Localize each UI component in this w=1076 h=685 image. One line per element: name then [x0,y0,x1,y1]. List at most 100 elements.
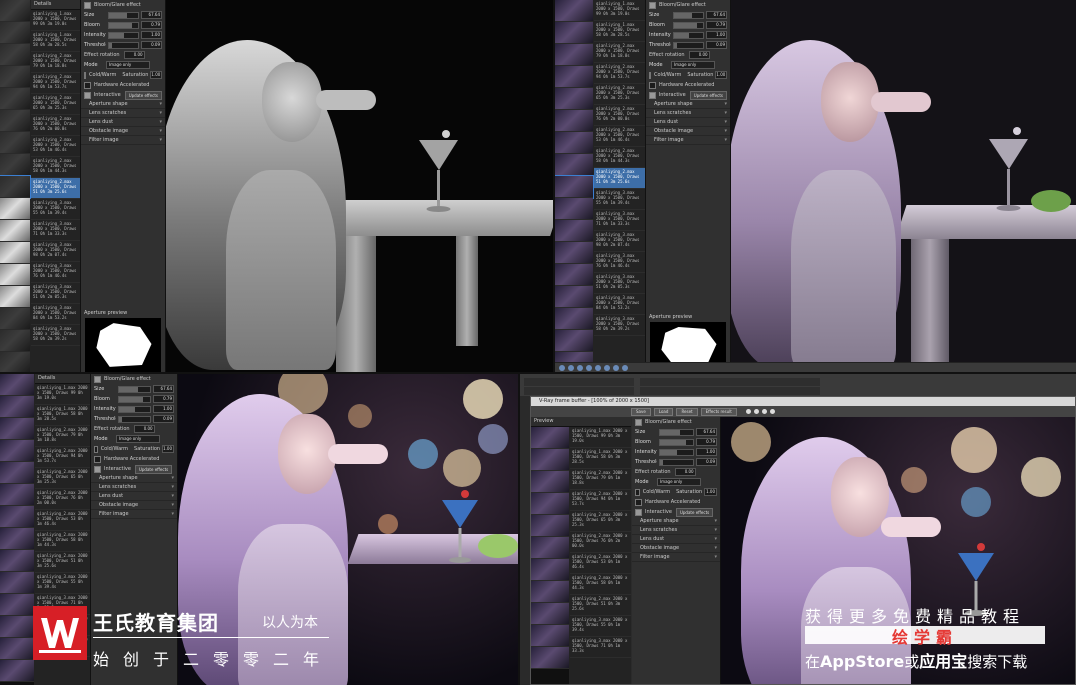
coldwarm-checkbox[interactable] [94,445,98,453]
layer-select[interactable]: Effects result [700,407,737,416]
history-item[interactable]: qianliying_2.max 2000 x 1500, Draws 94 0… [594,63,645,84]
history-item[interactable]: qianliying_1.max 2000 x 1500, Draws 58 0… [594,21,645,42]
history-item-selected[interactable]: qianliying_2.max 2000 x 1500, Draws 51 0… [31,178,80,199]
history-thumb-selected[interactable] [555,175,594,199]
size-slider[interactable] [659,428,694,436]
mode-select[interactable]: Image only [671,61,715,69]
history-item[interactable]: qianliying_2.max 2000 x 1500, Draws 58 0… [31,157,80,178]
history-item[interactable]: qianliying_2.max 2000 x 1500, Draws 65 0… [570,511,631,532]
toolbar-icon[interactable] [577,365,583,371]
saturation-value[interactable]: 1.00 [150,71,163,79]
history-thumb[interactable] [0,550,34,572]
history-thumb[interactable] [555,88,593,110]
update-effects-button[interactable]: Update effects [689,90,727,100]
reset-button[interactable]: Reset [676,407,698,416]
history-thumb[interactable] [0,286,30,308]
size-value[interactable]: 67.64 [141,11,162,19]
filter-image-item[interactable]: Filter image ▾ [91,510,177,519]
aperture-shape-item[interactable]: Aperture shape ▾ [91,474,177,483]
bloom-enable-checkbox[interactable] [649,1,656,9]
history-thumb[interactable] [0,374,34,396]
obstacle-image-item[interactable]: Obstacle image ▾ [91,501,177,510]
mode-select[interactable]: Image only [116,435,160,443]
history-item[interactable]: qianliying_2.max 2000 x 1500, Draws 94 0… [35,447,90,468]
obstacle-image-item[interactable]: Obstacle image ▾ [632,544,720,553]
history-item[interactable]: qianliying_3.max 2000 x 1500, Draws 71 0… [570,637,631,658]
history-thumb[interactable] [0,0,30,22]
bloom-enable-checkbox[interactable] [94,375,101,383]
history-item[interactable]: qianliying_2.max 2000 x 1500, Draws 76 0… [35,489,90,510]
history-item[interactable]: qianliying_3.max 2000 x 1500, Draws 55 0… [31,199,80,220]
filter-image-item[interactable]: Filter image ▾ [646,136,730,145]
history-thumb[interactable] [0,264,30,286]
history-item[interactable]: qianliying_2.max 2000 x 1500, Draws 76 0… [31,115,80,136]
history-thumb[interactable] [0,462,34,484]
history-item[interactable]: qianliying_1.max 2000 x 1500, Draws 99 0… [35,384,90,405]
circle-icon[interactable] [745,409,751,414]
viewport-tab[interactable] [524,378,634,386]
circle-icon[interactable] [753,409,759,414]
history-thumb-selected[interactable] [0,175,31,199]
history-thumb[interactable] [531,493,569,515]
history-item[interactable]: qianliying_1.max 2000 x 1500, Draws 58 0… [35,405,90,426]
history-item[interactable]: qianliying_2.max 2000 x 1500, Draws 65 0… [31,94,80,115]
intensity-slider[interactable] [108,31,139,39]
lens-dust-item[interactable]: Lens dust ▾ [81,118,165,127]
history-item[interactable]: qianliying_1.max 2000 x 1500, Draws 58 0… [31,31,80,52]
history-item[interactable]: qianliying_2.max 2000 x 1500, Draws 58 0… [594,147,645,168]
history-thumb[interactable] [0,44,30,66]
bloom-slider[interactable] [673,21,704,29]
intensity-slider[interactable] [659,448,694,456]
history-thumb[interactable] [0,572,34,594]
threshold-value[interactable]: 0.09 [696,458,717,466]
load-button[interactable]: Load [653,407,674,416]
rotation-value[interactable]: 0.00 [674,468,696,476]
history-thumb[interactable] [531,603,569,625]
toolbar-icon[interactable] [604,365,610,371]
history-thumb[interactable] [0,484,34,506]
hw-checkbox[interactable] [649,81,656,89]
history-thumb[interactable] [555,110,593,132]
size-slider[interactable] [673,11,704,19]
coldwarm-checkbox[interactable] [84,71,86,79]
history-thumb[interactable] [0,638,34,660]
bloom-value[interactable]: 0.79 [696,438,717,446]
history-item[interactable]: qianliying_2.max 2000 x 1500, Draws 79 0… [594,42,645,63]
lens-dust-item[interactable]: Lens dust ▾ [646,118,730,127]
history-thumb[interactable] [0,110,30,132]
interactive-checkbox[interactable] [649,91,656,99]
size-value[interactable]: 67.64 [706,11,727,19]
viewport-tab[interactable] [640,378,820,386]
history-thumb[interactable] [0,616,34,638]
saturation-value[interactable]: 1.00 [162,445,174,453]
history-thumb[interactable] [0,220,30,242]
update-effects-button[interactable]: Update effects [134,464,173,474]
history-thumb[interactable] [555,198,593,220]
intensity-value[interactable]: 1.00 [706,31,727,39]
history-thumb[interactable] [555,264,593,286]
history-thumb[interactable] [555,286,593,308]
circle-icon[interactable] [761,409,767,414]
history-thumb[interactable] [531,471,569,493]
history-thumb[interactable] [531,559,569,581]
history-item[interactable]: qianliying_3.max 2000 x 1500, Draws 55 0… [594,189,645,210]
toolbar-icon[interactable] [595,365,601,371]
toolbar-icon[interactable] [613,365,619,371]
coldwarm-checkbox[interactable] [635,488,640,496]
history-thumb[interactable] [0,242,30,264]
history-thumb[interactable] [0,66,30,88]
bloom-slider[interactable] [108,21,139,29]
history-item[interactable]: qianliying_2.max 2000 x 1500, Draws 79 0… [31,52,80,73]
lens-dust-item[interactable]: Lens dust ▾ [91,492,177,501]
saturation-value[interactable]: 1.00 [715,71,728,79]
hw-checkbox[interactable] [635,498,642,506]
history-thumb[interactable] [0,22,30,44]
history-item[interactable]: qianliying_3.max 2000 x 1500, Draws 84 0… [31,304,80,325]
mode-select[interactable]: Image only [657,478,701,486]
history-item[interactable]: qianliying_2.max 2000 x 1500, Draws 94 0… [31,73,80,94]
history-thumb[interactable] [555,308,593,330]
aperture-shape-item[interactable]: Aperture shape ▾ [632,517,720,526]
history-thumb[interactable] [0,154,30,176]
history-item[interactable]: qianliying_2.max 2000 x 1500, Draws 53 0… [570,553,631,574]
history-thumb[interactable] [0,330,30,352]
